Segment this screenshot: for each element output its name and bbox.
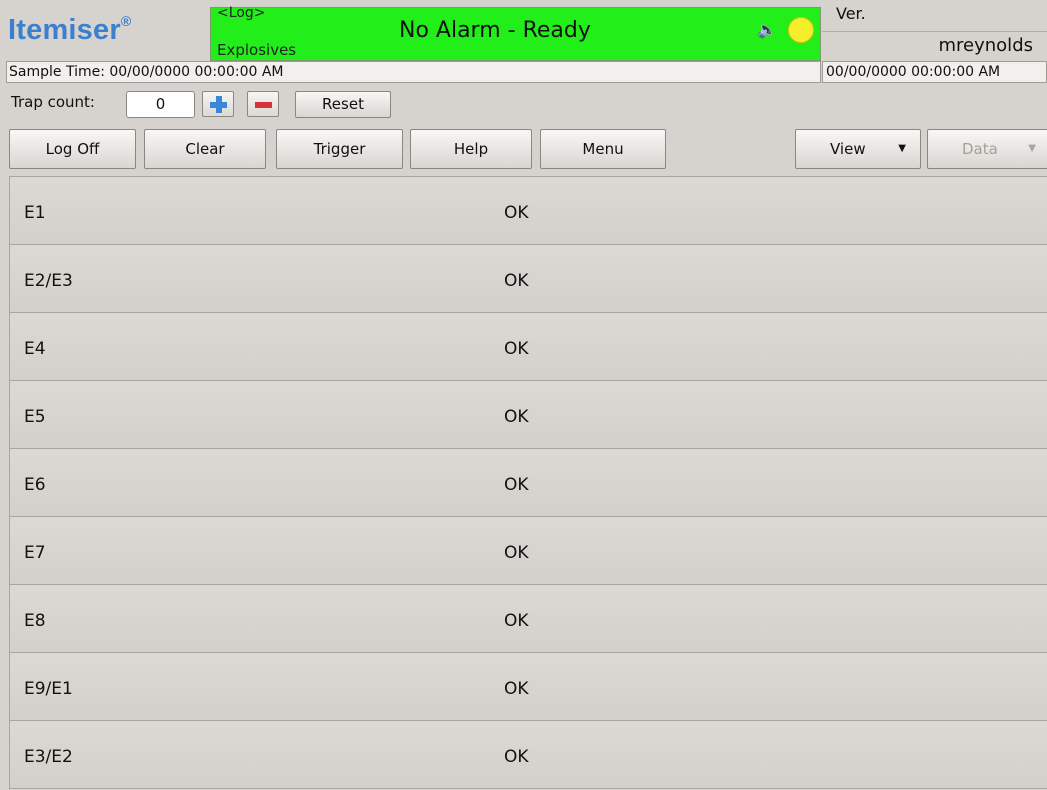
- channel-name: E2/E3: [24, 271, 73, 291]
- data-dropdown[interactable]: Data ▼: [927, 129, 1047, 169]
- menu-button[interactable]: Menu: [540, 129, 666, 169]
- log-off-button[interactable]: Log Off: [9, 129, 136, 169]
- trap-count-label: Trap count:: [11, 93, 95, 111]
- reset-button[interactable]: Reset: [295, 91, 391, 118]
- brand-logo: Itemiser®: [8, 13, 132, 47]
- channel-row[interactable]: E5 OK: [10, 381, 1047, 449]
- view-dropdown[interactable]: View ▼: [795, 129, 921, 169]
- channel-status: OK: [504, 407, 529, 427]
- view-label: View: [830, 140, 866, 158]
- channel-row[interactable]: E4 OK: [10, 313, 1047, 381]
- log-label[interactable]: <Log>: [217, 5, 265, 21]
- channel-row[interactable]: E2/E3 OK: [10, 245, 1047, 313]
- registered-mark: ®: [120, 13, 132, 30]
- channel-status: OK: [504, 475, 529, 495]
- channel-status: OK: [504, 679, 529, 699]
- help-button[interactable]: Help: [410, 129, 532, 169]
- minus-icon: [255, 102, 272, 108]
- sample-time: Sample Time: 00/00/0000 00:00:00 AM: [9, 64, 284, 80]
- trigger-button[interactable]: Trigger: [276, 129, 403, 169]
- channel-list: E1 OK E2/E3 OK E4 OK E5 OK E6 OK E7 OK E…: [9, 176, 1047, 790]
- channel-status: OK: [504, 611, 529, 631]
- channel-row[interactable]: E8 OK: [10, 585, 1047, 653]
- channel-row[interactable]: E6 OK: [10, 449, 1047, 517]
- clock-bar: 00/00/0000 00:00:00 AM: [822, 61, 1047, 83]
- increment-button[interactable]: [202, 91, 234, 117]
- user-box: mreynolds: [822, 31, 1047, 61]
- channel-row[interactable]: E1 OK: [10, 177, 1047, 245]
- speaker-icon[interactable]: 🔈: [757, 20, 777, 39]
- chevron-down-icon: ▼: [898, 143, 906, 154]
- channel-name: E6: [24, 475, 46, 495]
- channel-status: OK: [504, 747, 529, 767]
- brand-name: Itemiser: [8, 14, 121, 46]
- channel-name: E3/E2: [24, 747, 73, 767]
- data-label: Data: [962, 140, 998, 158]
- current-datetime: 00/00/0000 00:00:00 AM: [826, 64, 1001, 80]
- channel-name: E4: [24, 339, 46, 359]
- username: mreynolds: [938, 35, 1034, 56]
- channel-row[interactable]: E9/E1 OK: [10, 653, 1047, 721]
- channel-row[interactable]: E3/E2 OK: [10, 721, 1047, 789]
- logo-area: Itemiser®: [0, 0, 210, 61]
- chevron-down-icon: ▼: [1028, 143, 1036, 154]
- channel-status: OK: [504, 271, 529, 291]
- channel-name: E8: [24, 611, 46, 631]
- trap-count-input[interactable]: 0: [126, 91, 195, 118]
- clear-button[interactable]: Clear: [144, 129, 266, 169]
- alarm-light-icon: [788, 17, 814, 43]
- channel-status: OK: [504, 543, 529, 563]
- sample-time-bar: Sample Time: 00/00/0000 00:00:00 AM: [6, 61, 821, 83]
- channel-name: E7: [24, 543, 46, 563]
- channel-status: OK: [504, 203, 529, 223]
- version-label: Ver.: [836, 4, 866, 23]
- channel-row[interactable]: E7 OK: [10, 517, 1047, 585]
- alarm-status-panel: <Log> Explosives No Alarm - Ready 🔈: [210, 5, 821, 61]
- channel-name: E1: [24, 203, 46, 223]
- alarm-status-text: No Alarm - Ready: [399, 18, 591, 43]
- mode-label: Explosives: [217, 41, 297, 59]
- channel-name: E5: [24, 407, 46, 427]
- plus-icon-stem: [216, 96, 222, 113]
- channel-name: E9/E1: [24, 679, 73, 699]
- channel-status: OK: [504, 339, 529, 359]
- decrement-button[interactable]: [247, 91, 279, 117]
